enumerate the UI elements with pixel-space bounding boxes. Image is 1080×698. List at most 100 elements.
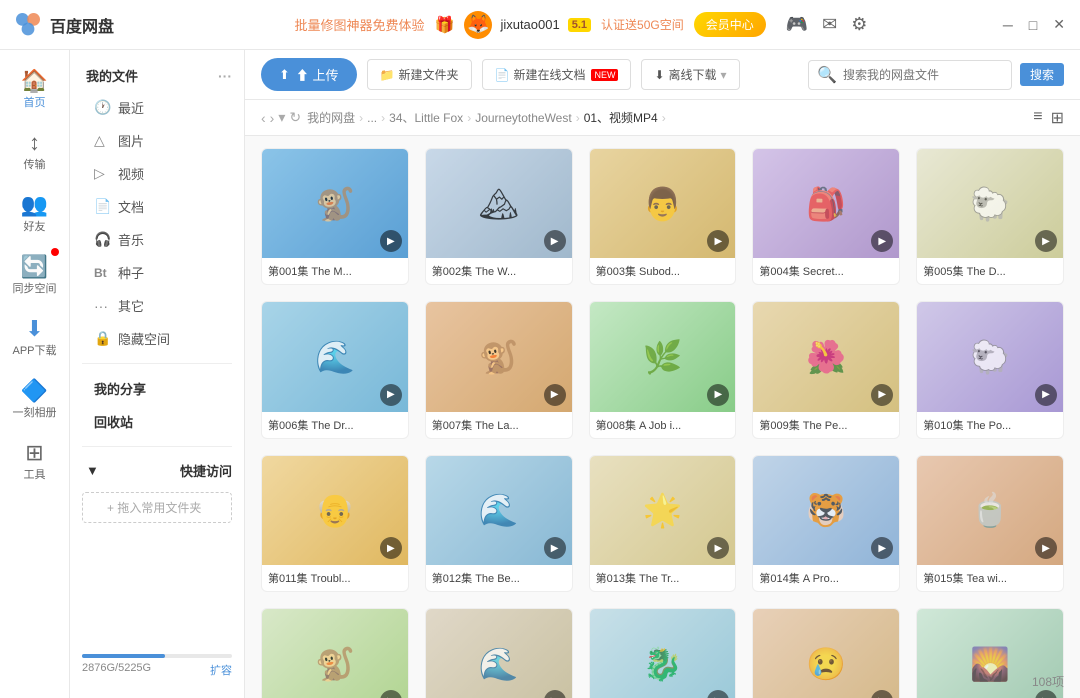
new-folder-button[interactable]: 📁 新建文件夹 bbox=[367, 59, 472, 90]
sidebar-item-recent[interactable]: 🕐 最近 bbox=[70, 91, 244, 124]
file-item[interactable]: 🎒 ▶ 第004集 Secret... bbox=[752, 148, 900, 285]
sidebar-item-video[interactable]: ▷ 视频 bbox=[70, 157, 244, 190]
play-button[interactable]: ▶ bbox=[380, 690, 402, 698]
other-label: 其它 bbox=[118, 296, 144, 315]
file-item[interactable]: 🌟 ▶ 第013集 The Tr... bbox=[589, 455, 737, 592]
recent-icon: 🕐 bbox=[94, 99, 110, 116]
play-button[interactable]: ▶ bbox=[871, 384, 893, 406]
play-button[interactable]: ▶ bbox=[871, 690, 893, 698]
file-item[interactable]: 🌊 ▶ 第006集 The Dr... bbox=[261, 301, 409, 438]
play-button[interactable]: ▶ bbox=[871, 230, 893, 252]
play-button[interactable]: ▶ bbox=[544, 384, 566, 406]
message-icon[interactable]: ✉ bbox=[822, 14, 837, 35]
file-item[interactable]: 👴 ▶ 第011集 Troubl... bbox=[261, 455, 409, 592]
new-online-doc-button[interactable]: 📄 新建在线文档 NEW bbox=[482, 59, 632, 90]
play-button[interactable]: ▶ bbox=[707, 230, 729, 252]
user-avatar: 🦊 bbox=[464, 11, 492, 39]
file-item[interactable]: 🐑 ▶ 第005集 The D... bbox=[916, 148, 1064, 285]
file-item[interactable]: 🐒 ▶ 第007集 The La... bbox=[425, 301, 573, 438]
dropdown-arrow[interactable]: ▾ bbox=[278, 109, 285, 126]
sidebar-item-tools[interactable]: ⊞ 工具 bbox=[0, 432, 69, 490]
play-button[interactable]: ▶ bbox=[1035, 537, 1057, 559]
file-item[interactable]: 🌺 ▶ 第009集 The Pe... bbox=[752, 301, 900, 438]
breadcrumb-ellipsis[interactable]: ... bbox=[367, 111, 377, 125]
file-item[interactable]: 🌿 ▶ 第008集 A Job i... bbox=[589, 301, 737, 438]
file-item[interactable]: 🐉 ▶ 第018集 Th R... bbox=[589, 608, 737, 698]
offline-download-button[interactable]: ⬇ 离线下载 ▾ bbox=[641, 59, 739, 90]
doc-icon: 📄 bbox=[495, 68, 510, 82]
sidebar-item-images[interactable]: △ 图片 bbox=[70, 124, 244, 157]
back-button[interactable]: ‹ bbox=[261, 110, 266, 126]
file-item[interactable]: 🐯 ▶ 第014集 A Pro... bbox=[752, 455, 900, 592]
sidebar-item-bt[interactable]: Bt 种子 bbox=[70, 256, 244, 289]
expand-btn[interactable]: 扩容 bbox=[210, 662, 232, 678]
sidebar-item-hidden[interactable]: 🔒 隐藏空间 bbox=[70, 322, 244, 355]
sidebar-item-album[interactable]: 🔷 一刻相册 bbox=[0, 370, 69, 428]
sidebar-item-docs[interactable]: 📄 文档 bbox=[70, 190, 244, 223]
grid-view-icon[interactable]: ⊞ bbox=[1051, 108, 1064, 128]
play-button[interactable]: ▶ bbox=[544, 230, 566, 252]
vip-button[interactable]: 会员中心 bbox=[694, 12, 766, 37]
play-button[interactable]: ▶ bbox=[1035, 230, 1057, 252]
breadcrumb-folder3[interactable]: 01、视频MP4 bbox=[584, 109, 658, 126]
file-item[interactable]: 👨 ▶ 第003集 Subod... bbox=[589, 148, 737, 285]
docs-label: 文档 bbox=[118, 197, 144, 216]
file-item[interactable]: 🌊 ▶ 第012集 The Be... bbox=[425, 455, 573, 592]
sidebar-item-home[interactable]: 🏠 首页 bbox=[0, 60, 69, 118]
sidebar-item-transfer[interactable]: ↕ 传输 bbox=[0, 122, 69, 180]
sidebar-item-friends[interactable]: 👥 好友 bbox=[0, 184, 69, 242]
maximize-button[interactable]: □ bbox=[1026, 17, 1040, 33]
sidebar-item-music[interactable]: 🎧 音乐 bbox=[70, 223, 244, 256]
promo-text[interactable]: 批量修图神器免费体验 bbox=[295, 15, 425, 34]
play-button[interactable]: ▶ bbox=[544, 690, 566, 698]
play-button[interactable]: ▶ bbox=[544, 537, 566, 559]
close-button[interactable]: ✕ bbox=[1050, 16, 1068, 33]
search-button[interactable]: 搜索 bbox=[1020, 63, 1064, 86]
file-item[interactable]: 🏔 ▶ 第002集 The W... bbox=[425, 148, 573, 285]
breadcrumb-folder1[interactable]: 34、Little Fox bbox=[389, 109, 463, 126]
storage-bar-bg bbox=[82, 654, 232, 658]
minimize-button[interactable]: ─ bbox=[1000, 17, 1016, 33]
file-item[interactable]: 🐒 ▶ 第016集 W:h... bbox=[261, 608, 409, 698]
upload-button[interactable]: ⬆ ⬆ 上传 bbox=[261, 58, 357, 91]
play-button[interactable]: ▶ bbox=[380, 384, 402, 406]
play-button[interactable]: ▶ bbox=[707, 384, 729, 406]
forward-button[interactable]: › bbox=[270, 110, 275, 126]
list-view-icon[interactable]: ≡ bbox=[1033, 108, 1042, 128]
play-button[interactable]: ▶ bbox=[380, 230, 402, 252]
play-button[interactable]: ▶ bbox=[871, 537, 893, 559]
refresh-button[interactable]: ↻ bbox=[289, 109, 301, 126]
file-thumbnail: 👨 ▶ bbox=[590, 149, 736, 258]
sidebar-narrow: 🏠 首页 ↕ 传输 👥 好友 🔄 同步空间 ⬇ APP下载 🔷 一刻相册 ⊞ 工… bbox=[0, 50, 70, 698]
play-button[interactable]: ▶ bbox=[1035, 690, 1057, 698]
sidebar-item-myshare[interactable]: 我的分享 bbox=[70, 372, 244, 405]
upload-icon: ⬆ bbox=[279, 67, 290, 83]
sidebar-item-other[interactable]: ··· 其它 bbox=[70, 289, 244, 322]
game-icon[interactable]: 🎮 bbox=[786, 14, 808, 35]
verify-btn[interactable]: 认证送50G空间 bbox=[601, 16, 684, 33]
new-folder-label: 新建文件夹 bbox=[398, 66, 458, 83]
play-button[interactable]: ▶ bbox=[1035, 384, 1057, 406]
quick-access-section[interactable]: ▼ 快捷访问 bbox=[70, 455, 244, 486]
file-item[interactable]: 🌊 ▶ 第017集 Th D... bbox=[425, 608, 573, 698]
sidebar-item-recycle[interactable]: 回收站 bbox=[70, 405, 244, 438]
file-item[interactable]: 😢 ▶ 第019集 A E:i... bbox=[752, 608, 900, 698]
search-box: 🔍 bbox=[808, 60, 1012, 90]
play-button[interactable]: ▶ bbox=[707, 537, 729, 559]
sidebar-item-appstore[interactable]: ⬇ APP下载 bbox=[0, 308, 69, 366]
file-thumbnail: 👴 ▶ bbox=[262, 456, 408, 565]
play-button[interactable]: ▶ bbox=[380, 537, 402, 559]
settings-icon[interactable]: ⚙ bbox=[851, 14, 867, 35]
thumb-char: 👴 bbox=[315, 491, 355, 529]
breadcrumb-folder2[interactable]: JourneytotheWest bbox=[475, 111, 572, 125]
add-common-folder[interactable]: + 拖入常用文件夹 bbox=[82, 492, 232, 523]
search-input[interactable] bbox=[843, 68, 1003, 82]
sep-2: › bbox=[381, 111, 385, 125]
play-button[interactable]: ▶ bbox=[707, 690, 729, 698]
file-item[interactable]: 🍵 ▶ 第015集 Tea wi... bbox=[916, 455, 1064, 592]
file-item[interactable]: 🐒 ▶ 第001集 The M... bbox=[261, 148, 409, 285]
file-item[interactable]: 🐑 ▶ 第010集 The Po... bbox=[916, 301, 1064, 438]
my-files-section[interactable]: 我的文件 ··· bbox=[70, 60, 244, 91]
sidebar-item-sync[interactable]: 🔄 同步空间 bbox=[0, 246, 69, 304]
breadcrumb-root[interactable]: 我的网盘 bbox=[307, 109, 355, 126]
